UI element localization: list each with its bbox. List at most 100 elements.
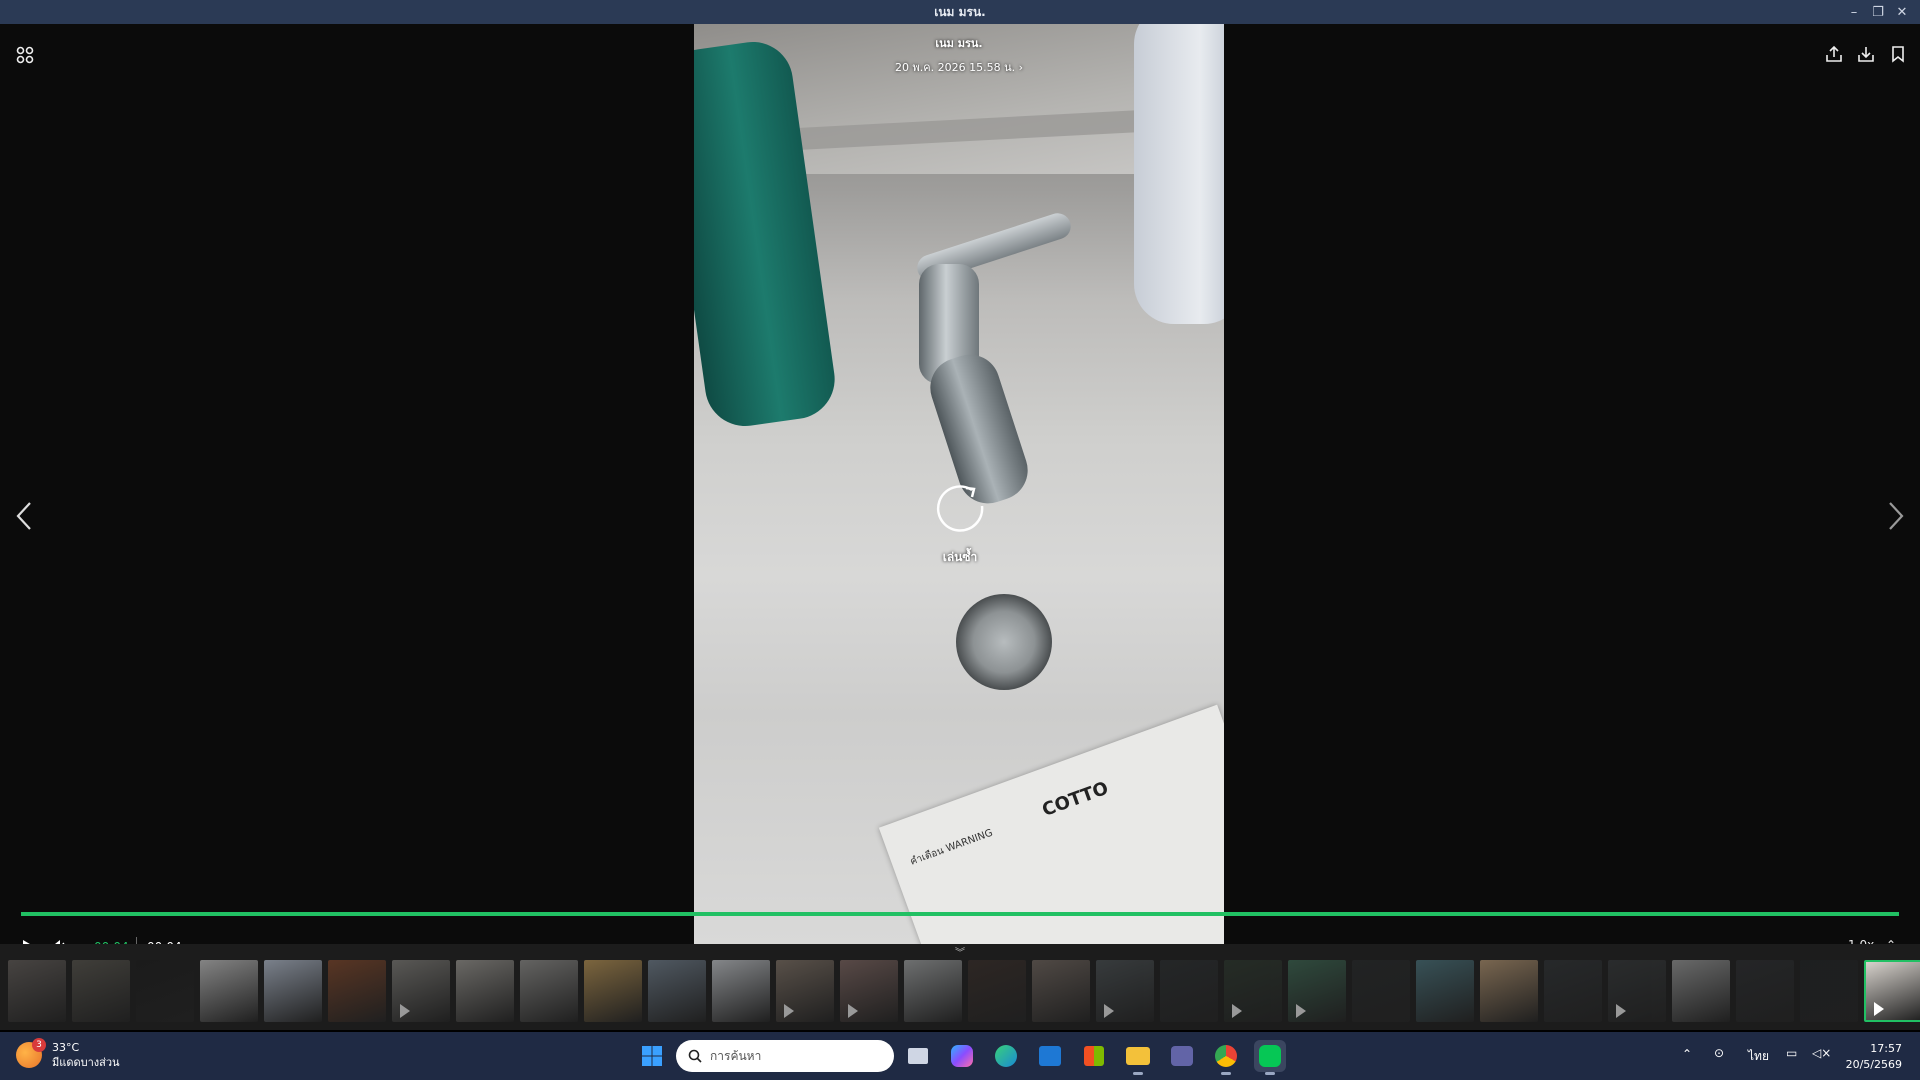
mute-icon[interactable]: ◁× <box>1812 1046 1831 1060</box>
line-icon <box>1259 1045 1281 1067</box>
message-date[interactable]: 20 พ.ค. 2026 15.58 น. › <box>694 58 1224 76</box>
thumbnail-item[interactable] <box>1416 960 1474 1022</box>
store-icon <box>1084 1046 1104 1066</box>
copilot-button[interactable] <box>946 1040 978 1072</box>
chevron-double-down-icon: ︾ <box>955 948 965 959</box>
next-button[interactable] <box>1882 496 1910 536</box>
replay-icon <box>936 485 984 532</box>
windows-icon <box>642 1046 662 1066</box>
thumbnail-item[interactable] <box>1032 960 1090 1022</box>
video-play-icon <box>1104 1004 1114 1018</box>
thumbnail-item[interactable] <box>1224 960 1282 1022</box>
network-icon[interactable]: ▭ <box>1786 1046 1797 1060</box>
clock-time: 17:57 <box>1870 1042 1902 1055</box>
notification-badge: 3 <box>32 1038 46 1052</box>
thumbnail-item[interactable] <box>1288 960 1346 1022</box>
thumbnail-item[interactable] <box>1672 960 1730 1022</box>
video-play-icon <box>1874 1002 1884 1016</box>
clock-date: 20/5/2569 <box>1845 1058 1902 1071</box>
thumbnail-item[interactable] <box>136 960 194 1022</box>
task-view-icon <box>908 1048 928 1064</box>
folder-icon <box>1126 1047 1150 1065</box>
thumbnail-item[interactable] <box>1608 960 1666 1022</box>
bookmark-button[interactable] <box>1886 42 1910 66</box>
thumbnail-item[interactable] <box>392 960 450 1022</box>
weather-widget[interactable]: 3 33°C มีแดดบางส่วน <box>16 1038 120 1070</box>
thumbnail-item[interactable] <box>328 960 386 1022</box>
download-icon <box>1858 47 1874 62</box>
message-datetime: 20 พ.ค. 2026 15.58 น. <box>895 61 1016 74</box>
chevron-left-icon <box>16 502 31 530</box>
thumbnail-item[interactable] <box>776 960 834 1022</box>
chevron-right-small-icon: › <box>1018 61 1023 74</box>
thumbnail-item[interactable] <box>1352 960 1410 1022</box>
thumbnail-item[interactable] <box>840 960 898 1022</box>
thumbnail-item[interactable] <box>1096 960 1154 1022</box>
seek-bar-fill <box>21 912 1899 916</box>
thumbnail-item[interactable] <box>1864 960 1920 1022</box>
outlook-button[interactable] <box>1034 1040 1066 1072</box>
window-title: เนม มรน. <box>934 4 986 19</box>
search-icon <box>688 1049 702 1063</box>
download-button[interactable] <box>1854 42 1878 66</box>
chrome-icon <box>1215 1045 1237 1067</box>
weather-desc: มีแดดบางส่วน <box>52 1056 120 1069</box>
sync-icon[interactable]: ⊙ <box>1714 1046 1724 1060</box>
thumbnail-item[interactable] <box>520 960 578 1022</box>
grid-button[interactable] <box>14 44 36 66</box>
bookmark-icon <box>1892 46 1904 63</box>
replay-button[interactable]: เล่นซ้ำ <box>930 476 990 567</box>
share-button[interactable] <box>1822 42 1846 66</box>
seek-bar[interactable] <box>21 912 1899 916</box>
close-button[interactable]: ✕ <box>1890 0 1914 24</box>
replay-label: เล่นซ้ำ <box>942 550 978 564</box>
thumbnail-item[interactable] <box>1800 960 1858 1022</box>
thumbnail-item[interactable] <box>968 960 1026 1022</box>
chrome-button[interactable] <box>1210 1040 1242 1075</box>
video-play-icon <box>1616 1004 1626 1018</box>
taskbar-search[interactable]: การค้นหา <box>676 1040 894 1072</box>
thumbnail-item[interactable] <box>1736 960 1794 1022</box>
chevron-right-icon <box>1889 502 1904 530</box>
thumbnail-item[interactable] <box>584 960 642 1022</box>
weather-icon: 3 <box>16 1038 46 1068</box>
sink-drain <box>956 594 1052 690</box>
close-icon: ✕ <box>1896 4 1908 20</box>
weather-text: 33°C มีแดดบางส่วน <box>52 1040 120 1070</box>
thumbnail-item[interactable] <box>1544 960 1602 1022</box>
thumbnail-item[interactable] <box>72 960 130 1022</box>
product-label: คำเตือน WARNING COTTO <box>878 704 1224 944</box>
title-bar: เนม มรน. – ❐ ✕ <box>0 0 1920 24</box>
thumbnail-item[interactable] <box>1160 960 1218 1022</box>
collapse-strip-button[interactable]: ︾ <box>952 944 968 959</box>
start-button[interactable] <box>636 1040 668 1072</box>
thumbnail-item[interactable] <box>648 960 706 1022</box>
line-button[interactable] <box>1254 1040 1286 1075</box>
thumbnail-item[interactable] <box>200 960 258 1022</box>
restore-button[interactable]: ❐ <box>1866 0 1890 24</box>
video-play-icon <box>784 1004 794 1018</box>
thumbnail-item[interactable] <box>8 960 66 1022</box>
thumbnail-item[interactable] <box>1480 960 1538 1022</box>
search-placeholder: การค้นหา <box>710 1048 762 1063</box>
chevron-up-tray-icon[interactable]: ⌃ <box>1682 1047 1692 1061</box>
thumbnail-item[interactable] <box>904 960 962 1022</box>
message-info: เนม มรน. 20 พ.ค. 2026 15.58 น. › <box>694 34 1224 76</box>
system-clock[interactable]: 17:57 20/5/2569 <box>1836 1041 1902 1073</box>
thumbnail-item[interactable] <box>712 960 770 1022</box>
thumbnail-item[interactable] <box>264 960 322 1022</box>
task-view-button[interactable] <box>902 1040 934 1072</box>
edge-button[interactable] <box>990 1040 1022 1072</box>
outlook-icon <box>1039 1046 1061 1066</box>
sender-name: เนม มรน. <box>935 37 983 50</box>
weather-temp: 33°C <box>52 1041 80 1054</box>
teams-button[interactable] <box>1166 1040 1198 1072</box>
language-indicator[interactable]: ไทย <box>1748 1047 1769 1066</box>
file-explorer-button[interactable] <box>1122 1040 1154 1075</box>
share-icon <box>1826 45 1842 62</box>
minimize-button[interactable]: – <box>1842 0 1866 24</box>
thumbnail-item[interactable] <box>456 960 514 1022</box>
store-button[interactable] <box>1078 1040 1110 1072</box>
previous-button[interactable] <box>10 496 38 536</box>
media-viewer: คำเตือน WARNING COTTO เนม มรน. 20 พ.ค. 2… <box>0 24 1920 955</box>
